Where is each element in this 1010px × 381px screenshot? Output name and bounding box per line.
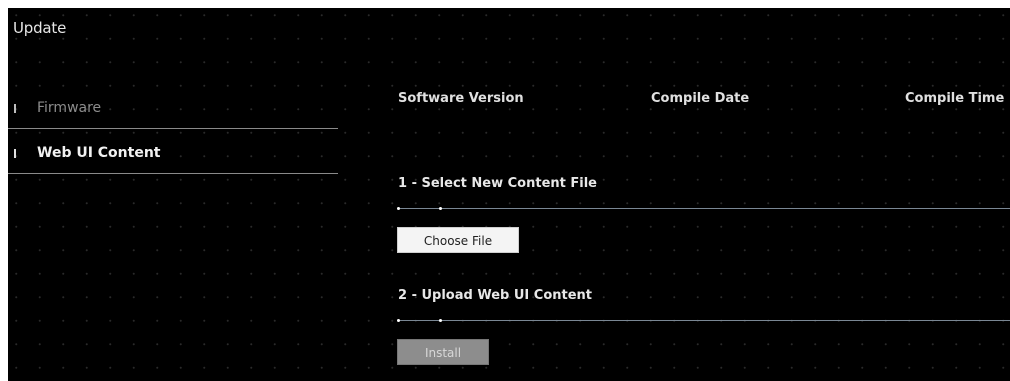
software-version-header: Software Version [398, 91, 524, 106]
step-select-title: 1 - Select New Content File [398, 176, 597, 191]
page-title: Update [13, 19, 67, 37]
choose-file-button[interactable]: Choose File [397, 227, 519, 253]
step-select-divider [398, 208, 1010, 209]
sidebar-item-web-ui-content[interactable]: Web UI Content [8, 129, 338, 174]
divider-dot-icon [397, 319, 400, 322]
step-upload-divider [398, 320, 1010, 321]
sidebar-item-label: Web UI Content [37, 145, 161, 161]
divider-dot-icon [439, 319, 442, 322]
sidebar-item-firmware[interactable]: Firmware [8, 84, 338, 129]
divider-dot-icon [397, 207, 400, 210]
compile-date-header: Compile Date [651, 91, 750, 106]
sidebar-marker-icon [14, 149, 16, 158]
divider-dot-icon [439, 207, 442, 210]
step-upload-title: 2 - Upload Web UI Content [398, 288, 593, 303]
sidebar-item-label: Firmware [37, 100, 102, 116]
compile-time-header: Compile Time [905, 91, 1005, 106]
install-button[interactable]: Install [397, 339, 489, 365]
update-panel: Update Firmware Web UI Content Software … [8, 8, 1010, 381]
sidebar-marker-icon [14, 104, 16, 113]
